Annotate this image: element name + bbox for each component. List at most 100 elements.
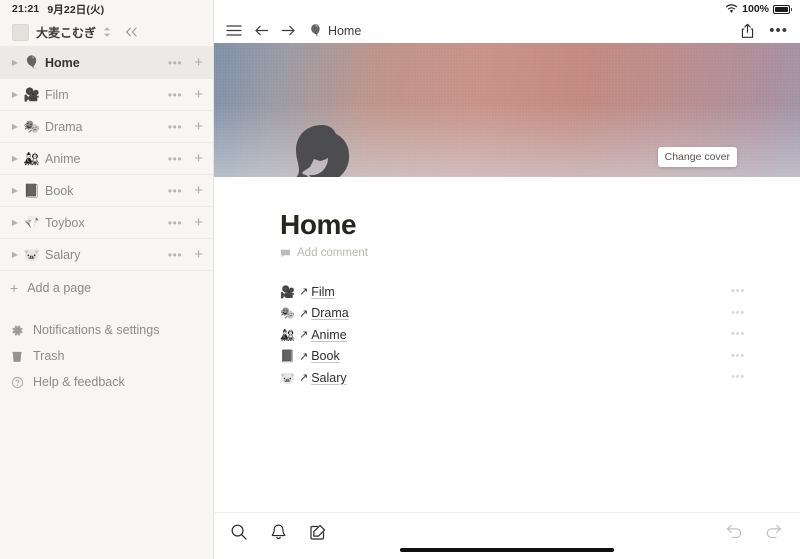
page-link-more-button[interactable]: ••• xyxy=(731,350,745,362)
more-options-icon[interactable]: ••• xyxy=(769,23,788,38)
sidebar-item-toybox[interactable]: ▶ 💎 Toybox ••• + xyxy=(0,207,213,239)
page-title[interactable]: Home xyxy=(280,209,800,241)
sidebar-item-settings[interactable]: Notifications & settings xyxy=(0,317,213,343)
expand-caret-icon[interactable]: ▶ xyxy=(8,154,22,163)
sidebar-item-more-button[interactable]: ••• xyxy=(168,57,182,69)
sidebar-item-more-button[interactable]: ••• xyxy=(168,153,182,165)
page-link-label[interactable]: Drama xyxy=(311,306,731,320)
collapse-sidebar-icon[interactable] xyxy=(124,27,139,37)
sidebar-item-label: Home xyxy=(45,55,80,70)
arrow-right-icon[interactable] xyxy=(281,24,296,37)
arrow-left-icon[interactable] xyxy=(254,24,269,37)
piggy-bank-icon: 🐷 xyxy=(280,370,295,385)
sidebar-item-drama[interactable]: ▶ 🎭 Drama ••• + xyxy=(0,111,213,143)
drama-masks-icon: 🎭 xyxy=(280,306,295,321)
drama-masks-icon: 🎭 xyxy=(23,119,41,134)
expand-caret-icon[interactable]: ▶ xyxy=(8,90,22,99)
page-link-more-button[interactable]: ••• xyxy=(731,372,745,383)
sidebar-item-label: Book xyxy=(45,183,74,198)
page-link-more-button[interactable]: ••• xyxy=(731,286,745,297)
device-status-indicators: 100% xyxy=(214,0,800,18)
breadcrumb[interactable]: 🎈 Home xyxy=(308,24,361,38)
page-link-drama[interactable]: 🎭 ↗ Drama ••• xyxy=(214,303,800,325)
sidebar-item-trash[interactable]: Trash xyxy=(0,343,213,369)
sidebar-footer-label: Trash xyxy=(33,349,65,363)
sidebar-item-home[interactable]: ▶ 🎈 Home ••• + xyxy=(0,47,213,79)
gem-icon: 💎 xyxy=(23,215,41,230)
page-link-book[interactable]: 📕 ↗ Book ••• xyxy=(214,346,800,368)
expand-caret-icon[interactable]: ▶ xyxy=(8,186,22,195)
status-date: 9月22日(火) xyxy=(47,3,105,16)
piggy-bank-icon: 🐷 xyxy=(23,247,41,262)
sidebar-item-add-button[interactable]: + xyxy=(194,247,203,262)
sidebar-item-more-button[interactable]: ••• xyxy=(168,89,182,101)
link-arrow-icon: ↗ xyxy=(299,307,309,320)
chevron-updown-icon xyxy=(103,26,111,38)
sidebar-item-book[interactable]: ▶ 📕 Book ••• + xyxy=(0,175,213,207)
link-arrow-icon: ↗ xyxy=(299,329,309,342)
page-link-more-button[interactable]: ••• xyxy=(731,307,745,319)
sidebar-item-anime[interactable]: ▶ 🎎 Anime ••• + xyxy=(0,143,213,175)
page-link-label[interactable]: Anime xyxy=(311,328,731,342)
expand-caret-icon[interactable]: ▶ xyxy=(8,58,22,67)
add-page-button[interactable]: + Add a page xyxy=(0,271,213,305)
movie-camera-icon: 🎥 xyxy=(280,284,295,299)
sidebar-item-add-button[interactable]: + xyxy=(194,215,203,230)
sidebar-footer-label: Notifications & settings xyxy=(33,323,160,337)
anime-doll-icon: 🎎 xyxy=(280,327,295,342)
page-cover-image[interactable]: Change cover xyxy=(214,43,800,177)
comment-icon xyxy=(280,248,291,259)
sidebar-footer-label: Help & feedback xyxy=(33,375,125,389)
sidebar-item-more-button[interactable]: ••• xyxy=(168,121,182,133)
book-icon: 📕 xyxy=(23,183,41,198)
status-bar: 21:21 9月22日(火) xyxy=(0,0,213,18)
expand-caret-icon[interactable]: ▶ xyxy=(8,250,22,259)
expand-caret-icon[interactable]: ▶ xyxy=(8,122,22,131)
redo-icon[interactable] xyxy=(765,523,784,540)
sidebar-item-help[interactable]: Help & feedback xyxy=(0,369,213,395)
sidebar-item-add-button[interactable]: + xyxy=(194,183,203,198)
sidebar-footer: Notifications & settings Trash Help & fe… xyxy=(0,317,213,395)
app-root: 21:21 9月22日(火) 大麦こむぎ ▶ 🎈 Home ••• + ▶ 🎥 … xyxy=(0,0,800,559)
sidebar-item-add-button[interactable]: + xyxy=(194,87,203,102)
sidebar-item-label: Film xyxy=(45,87,69,102)
sidebar-item-film[interactable]: ▶ 🎥 Film ••• + xyxy=(0,79,213,111)
share-icon[interactable] xyxy=(740,23,755,39)
expand-caret-icon[interactable]: ▶ xyxy=(8,218,22,227)
trash-icon xyxy=(10,350,24,363)
book-icon: 📕 xyxy=(280,349,295,364)
sidebar-item-more-button[interactable]: ••• xyxy=(168,217,182,229)
bell-icon[interactable] xyxy=(270,523,287,541)
page-link-film[interactable]: 🎥 ↗ Film ••• xyxy=(214,281,800,303)
page-link-label[interactable]: Book xyxy=(311,349,731,363)
sidebar-item-salary[interactable]: ▶ 🐷 Salary ••• + xyxy=(0,239,213,271)
sidebar-item-add-button[interactable]: + xyxy=(194,151,203,166)
undo-icon[interactable] xyxy=(724,523,743,540)
main-content: 100% 🎈 Home ••• Change cover Home Add co… xyxy=(214,0,800,559)
home-indicator[interactable] xyxy=(400,548,614,552)
compose-icon[interactable] xyxy=(309,523,327,541)
workspace-switcher[interactable]: 大麦こむぎ xyxy=(0,18,213,46)
add-comment-button[interactable]: Add comment xyxy=(280,247,800,259)
sidebar-item-add-button[interactable]: + xyxy=(194,119,203,134)
search-icon[interactable] xyxy=(230,523,248,541)
page-link-label[interactable]: Salary xyxy=(311,371,731,385)
change-cover-button[interactable]: Change cover xyxy=(657,147,737,167)
status-time: 21:21 xyxy=(12,3,40,15)
sidebar-item-add-button[interactable]: + xyxy=(194,55,203,70)
battery-percent: 100% xyxy=(742,3,769,15)
breadcrumb-label: Home xyxy=(327,23,362,38)
plus-icon: + xyxy=(10,280,19,296)
sidebar-item-more-button[interactable]: ••• xyxy=(168,249,182,261)
page-body: Home Add comment 🎥 ↗ Film ••• 🎭 ↗ Drama … xyxy=(214,209,800,389)
hamburger-menu-icon[interactable] xyxy=(226,24,242,37)
page-link-label[interactable]: Film xyxy=(311,285,731,299)
page-link-salary[interactable]: 🐷 ↗ Salary ••• xyxy=(214,367,800,389)
link-arrow-icon: ↗ xyxy=(299,372,309,385)
sidebar-item-more-button[interactable]: ••• xyxy=(168,185,182,197)
sidebar-nav-list: ▶ 🎈 Home ••• + ▶ 🎥 Film ••• + ▶ 🎭 Drama … xyxy=(0,46,213,271)
sidebar-item-label: Anime xyxy=(45,151,81,166)
page-link-anime[interactable]: 🎎 ↗ Anime ••• xyxy=(214,324,800,346)
page-link-more-button[interactable]: ••• xyxy=(731,329,745,340)
gear-icon xyxy=(10,324,24,337)
